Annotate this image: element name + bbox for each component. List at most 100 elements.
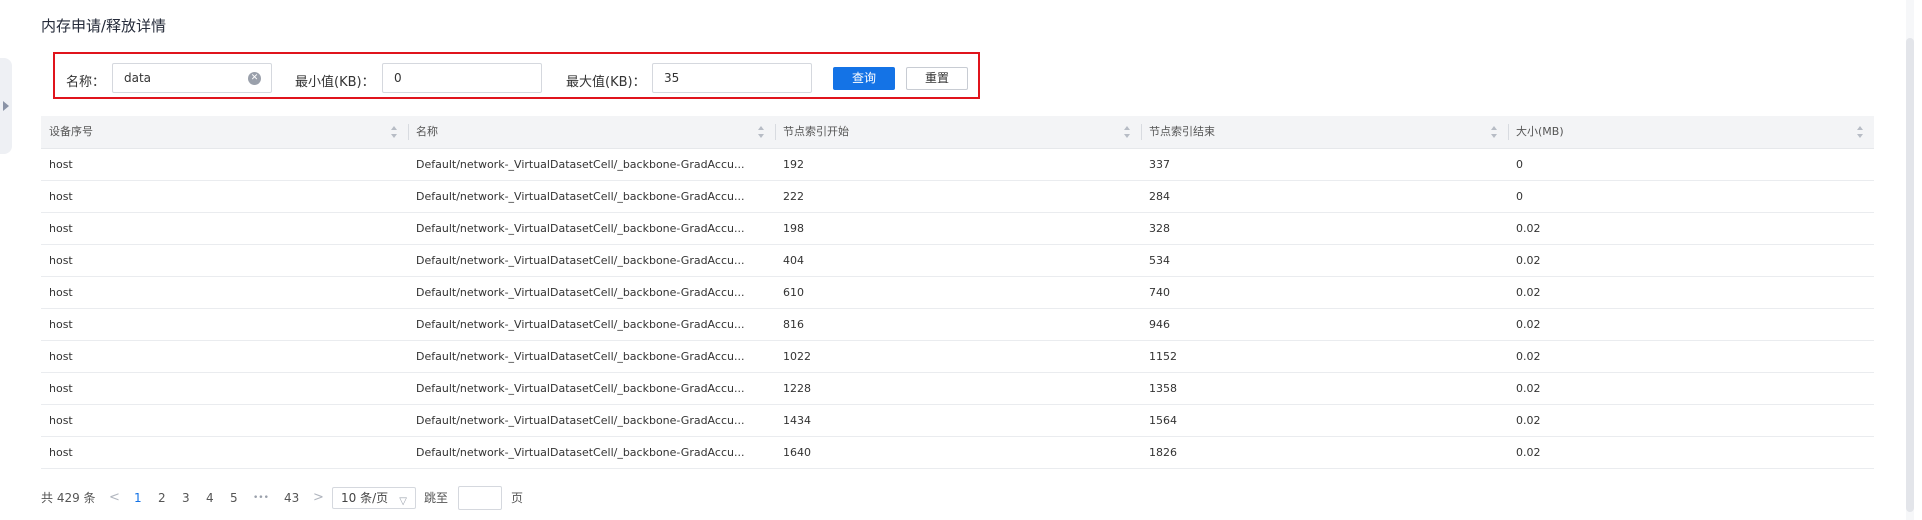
table-row[interactable]: host Default/network-_VirtualDatasetCell…: [41, 213, 1874, 245]
cell-name: Default/network-_VirtualDatasetCell/_bac…: [416, 318, 745, 331]
column-divider: [1141, 124, 1142, 140]
cell-name: Default/network-_VirtualDatasetCell/_bac…: [416, 446, 745, 459]
column-divider: [775, 124, 776, 140]
cell-node-end: 284: [1149, 190, 1170, 203]
page-suffix-label: 页: [511, 491, 524, 505]
cell-size: 0: [1516, 158, 1523, 171]
page-item-2[interactable]: 2: [158, 486, 166, 510]
cell-size: 0.02: [1516, 318, 1541, 331]
column-header-size[interactable]: 大小(MB): [1508, 116, 1874, 148]
column-header-label: 名称: [416, 125, 438, 138]
clear-icon[interactable]: ✕: [248, 72, 261, 85]
column-header-label: 节点索引开始: [783, 125, 849, 138]
cell-node-end: 1826: [1149, 446, 1177, 459]
cell-device: host: [49, 350, 73, 363]
cell-name: Default/network-_VirtualDatasetCell/_bac…: [416, 414, 745, 427]
table-row[interactable]: host Default/network-_VirtualDatasetCell…: [41, 437, 1874, 469]
column-divider: [1508, 124, 1509, 140]
filter-bar: 名称： data ✕ 最小值(KB)： 0 最大值(KB)： 35 查询 重置: [53, 52, 980, 99]
min-value-input[interactable]: 0: [382, 63, 542, 93]
total-count: 共 429 条: [41, 491, 96, 505]
cell-name: Default/network-_VirtualDatasetCell/_bac…: [416, 286, 745, 299]
column-header-label: 节点索引结束: [1149, 125, 1215, 138]
cell-device: host: [49, 222, 73, 235]
table-row[interactable]: host Default/network-_VirtualDatasetCell…: [41, 341, 1874, 373]
cell-device: host: [49, 158, 73, 171]
table-row[interactable]: host Default/network-_VirtualDatasetCell…: [41, 373, 1874, 405]
cell-node-start: 1022: [783, 350, 811, 363]
cell-node-end: 740: [1149, 286, 1170, 299]
memory-detail-table: 设备序号 名称 节点索引开始 节点索引结束 大小(MB) host Defaul…: [41, 116, 1874, 469]
sort-icon[interactable]: [1857, 126, 1864, 138]
reset-button[interactable]: 重置: [906, 67, 968, 90]
cell-node-start: 192: [783, 158, 804, 171]
cell-node-end: 1564: [1149, 414, 1177, 427]
cell-node-start: 1228: [783, 382, 811, 395]
page-item-1[interactable]: 1: [134, 486, 142, 510]
page-item-last[interactable]: 43: [284, 486, 299, 510]
table-row[interactable]: host Default/network-_VirtualDatasetCell…: [41, 149, 1874, 181]
cell-name: Default/network-_VirtualDatasetCell/_bac…: [416, 350, 745, 363]
column-header-device[interactable]: 设备序号: [41, 116, 408, 148]
chevron-right-icon: [3, 101, 9, 111]
name-filter-label: 名称：: [66, 75, 106, 90]
name-filter-input[interactable]: data ✕: [112, 63, 272, 93]
cell-device: host: [49, 190, 73, 203]
query-button[interactable]: 查询: [833, 67, 895, 90]
cell-node-start: 610: [783, 286, 804, 299]
column-divider: [408, 124, 409, 140]
chevron-down-icon: ▽: [399, 496, 407, 507]
cell-device: host: [49, 254, 73, 267]
page-item-3[interactable]: 3: [182, 486, 190, 510]
column-header-node-end[interactable]: 节点索引结束: [1141, 116, 1508, 148]
cell-node-start: 404: [783, 254, 804, 267]
more-pages-icon[interactable]: •••: [253, 486, 269, 510]
max-value-text: 35: [664, 71, 680, 85]
cell-device: host: [49, 382, 73, 395]
page-item-4[interactable]: 4: [206, 486, 214, 510]
sidebar-expand-handle[interactable]: [0, 58, 12, 154]
cell-node-end: 328: [1149, 222, 1170, 235]
jump-page-input[interactable]: [458, 486, 502, 510]
cell-size: 0.02: [1516, 286, 1541, 299]
jump-label: 跳至: [424, 491, 449, 505]
cell-name: Default/network-_VirtualDatasetCell/_bac…: [416, 190, 745, 203]
table-row[interactable]: host Default/network-_VirtualDatasetCell…: [41, 405, 1874, 437]
cell-size: 0.02: [1516, 382, 1541, 395]
table-row[interactable]: host Default/network-_VirtualDatasetCell…: [41, 245, 1874, 277]
min-value-label: 最小值(KB)：: [295, 75, 375, 90]
cell-node-end: 946: [1149, 318, 1170, 331]
next-page-icon[interactable]: >: [313, 486, 324, 510]
table-row[interactable]: host Default/network-_VirtualDatasetCell…: [41, 277, 1874, 309]
page: 内存申请/释放详情 名称： data ✕ 最小值(KB)： 0 最大值(KB)：…: [0, 0, 1922, 520]
sort-icon[interactable]: [1124, 126, 1131, 138]
prev-page-icon[interactable]: <: [109, 486, 120, 510]
max-value-label: 最大值(KB)：: [566, 75, 646, 90]
page-size-select[interactable]: 10 条/页 ▽: [332, 487, 416, 509]
cell-node-end: 1152: [1149, 350, 1177, 363]
column-header-name[interactable]: 名称: [408, 116, 775, 148]
cell-name: Default/network-_VirtualDatasetCell/_bac…: [416, 158, 745, 171]
cell-node-start: 1640: [783, 446, 811, 459]
max-value-input[interactable]: 35: [652, 63, 812, 93]
page-item-5[interactable]: 5: [230, 486, 238, 510]
table-row[interactable]: host Default/network-_VirtualDatasetCell…: [41, 181, 1874, 213]
sort-icon[interactable]: [758, 126, 765, 138]
cell-size: 0.02: [1516, 254, 1541, 267]
cell-device: host: [49, 414, 73, 427]
cell-device: host: [49, 318, 73, 331]
sort-icon[interactable]: [1491, 126, 1498, 138]
cell-node-end: 337: [1149, 158, 1170, 171]
page-size-value: 10 条/页: [341, 491, 389, 505]
sort-icon[interactable]: [391, 126, 398, 138]
scrollbar-thumb[interactable]: [1906, 38, 1914, 512]
column-header-label: 大小(MB): [1516, 125, 1564, 138]
table-row[interactable]: host Default/network-_VirtualDatasetCell…: [41, 309, 1874, 341]
cell-node-end: 1358: [1149, 382, 1177, 395]
column-header-node-start[interactable]: 节点索引开始: [775, 116, 1141, 148]
cell-node-start: 816: [783, 318, 804, 331]
cell-name: Default/network-_VirtualDatasetCell/_bac…: [416, 382, 745, 395]
cell-device: host: [49, 286, 73, 299]
cell-name: Default/network-_VirtualDatasetCell/_bac…: [416, 254, 745, 267]
name-filter-value: data: [124, 71, 152, 85]
